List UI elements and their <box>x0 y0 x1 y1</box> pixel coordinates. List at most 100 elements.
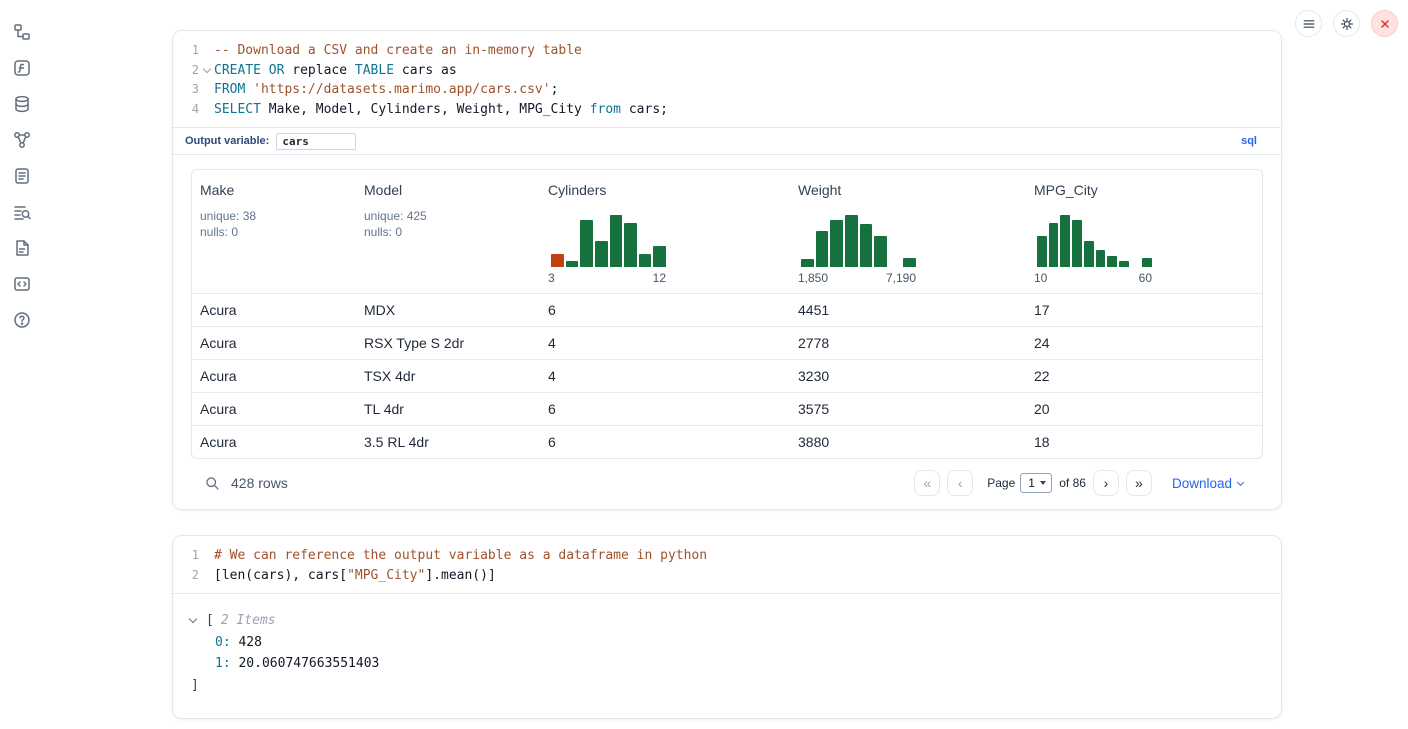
language-badge: sql <box>1241 135 1257 147</box>
search-icon <box>204 475 221 492</box>
line-number: 3 <box>173 80 199 100</box>
help-icon[interactable] <box>12 310 32 330</box>
column-name: Weight <box>798 182 1018 198</box>
fold-slot <box>199 41 214 61</box>
documentation-icon[interactable] <box>12 238 32 258</box>
histogram-bar <box>1142 258 1152 267</box>
sidebar <box>0 0 44 729</box>
code-text: FROM 'https://datasets.marimo.app/cars.c… <box>214 80 558 100</box>
snippets-icon[interactable] <box>12 274 32 294</box>
table-cell: 6 <box>540 302 790 318</box>
histogram-range-labels: 1,8507,190 <box>798 271 916 285</box>
column-header-mpg_city[interactable]: MPG_City 1060 <box>1026 170 1262 293</box>
code-line[interactable]: 1# We can reference the output variable … <box>173 546 1281 566</box>
table-cell: TSX 4dr <box>356 368 540 384</box>
code-line[interactable]: 4SELECT Make, Model, Cylinders, Weight, … <box>173 100 1281 120</box>
histogram-bar <box>653 246 666 267</box>
table-cell: Acura <box>192 401 356 417</box>
menu-button[interactable] <box>1295 10 1322 37</box>
histogram-bar <box>1037 236 1047 267</box>
fold-chevron-icon[interactable] <box>199 61 214 81</box>
code-line[interactable]: 2[len(cars), cars["MPG_City"].mean()] <box>173 566 1281 586</box>
column-header-make[interactable]: Makeunique: 38nulls: 0 <box>192 170 356 293</box>
table-row: AcuraTL 4dr6357520 <box>192 392 1262 425</box>
column-name: Make <box>200 182 348 198</box>
output-variable-input[interactable] <box>276 133 356 150</box>
histogram-bar <box>1060 215 1070 267</box>
table-cell: 4 <box>540 335 790 351</box>
logs-icon[interactable] <box>12 202 32 222</box>
code-line[interactable]: 1-- Download a CSV and create an in-memo… <box>173 41 1281 61</box>
download-button[interactable]: Download <box>1172 476 1243 491</box>
previous-page-button[interactable]: ‹ <box>947 470 973 496</box>
histogram-bar <box>566 261 579 267</box>
histogram-bar <box>580 220 593 267</box>
hamburger-icon <box>1301 16 1317 32</box>
fold-slot <box>199 80 214 100</box>
fold-slot <box>199 566 214 586</box>
table-output: Makeunique: 38nulls: 0 Model unique: 425nu… <box>173 154 1281 509</box>
column-name: Model <box>364 182 532 198</box>
settings-button[interactable] <box>1333 10 1360 37</box>
histogram-bar <box>1084 241 1094 267</box>
column-header-weight[interactable]: Weight 1,8507,190 <box>790 170 1026 293</box>
file-explorer-icon[interactable] <box>12 22 32 42</box>
histogram-range-labels: 312 <box>548 271 666 285</box>
close-button[interactable] <box>1371 10 1398 37</box>
page-select-value: 1 <box>1028 476 1035 490</box>
first-page-button[interactable]: « <box>914 470 940 496</box>
outline-icon[interactable] <box>12 166 32 186</box>
table-row: Acura3.5 RL 4dr6388018 <box>192 425 1262 458</box>
chevron-left-icon: ‹ <box>958 475 963 491</box>
python-output: [ 2 Items 0: 4281: 20.060747663551403 ] <box>173 593 1281 718</box>
dependency-graph-icon[interactable] <box>12 130 32 150</box>
search-button[interactable] <box>201 472 223 494</box>
table-cell: Acura <box>192 335 356 351</box>
tree-item-count: 2 Items <box>221 610 276 632</box>
tree-root-line: [ 2 Items <box>187 610 1263 632</box>
datasources-icon[interactable] <box>12 94 32 114</box>
histogram-bar <box>1049 223 1059 267</box>
table-cell: 17 <box>1026 302 1262 318</box>
notebook-area: 1-- Download a CSV and create an in-memo… <box>172 0 1282 719</box>
download-label: Download <box>1172 476 1232 491</box>
row-count: 428 rows <box>231 475 288 491</box>
column-header-model[interactable]: Model unique: 425nulls: 0 <box>356 170 540 293</box>
histogram-bar <box>624 223 637 267</box>
column-stats: unique: 425nulls: 0 <box>364 208 532 240</box>
topbar <box>1295 10 1398 37</box>
table-cell: 6 <box>540 401 790 417</box>
column-header-cylinders[interactable]: Cylinders312 <box>540 170 790 293</box>
sql-code-editor[interactable]: 1-- Download a CSV and create an in-memo… <box>173 31 1281 127</box>
tree-entry: 1: 20.060747663551403 <box>187 653 1263 675</box>
code-text: CREATE OR replace TABLE cars as <box>214 61 457 81</box>
table-cell: TL 4dr <box>356 401 540 417</box>
code-line[interactable]: 3 FROM 'https://datasets.marimo.app/cars.… <box>173 80 1281 100</box>
scratchpad-icon[interactable] <box>12 58 32 78</box>
page-select[interactable]: 1 <box>1020 473 1052 493</box>
fold-slot <box>199 546 214 566</box>
code-line[interactable]: 2 CREATE OR replace TABLE cars as <box>173 61 1281 81</box>
column-histogram <box>801 215 916 267</box>
histogram-bar <box>1072 220 1082 267</box>
histogram-bar <box>801 259 814 267</box>
histogram-bar <box>1119 261 1129 267</box>
table-cell: 3575 <box>790 401 1026 417</box>
table-cell: 22 <box>1026 368 1262 384</box>
next-page-button[interactable]: › <box>1093 470 1119 496</box>
line-number: 2 <box>173 61 199 81</box>
fold-slot <box>199 100 214 120</box>
table-cell: Acura <box>192 302 356 318</box>
python-code-editor[interactable]: 1# We can reference the output variable … <box>173 536 1281 593</box>
last-page-button[interactable]: » <box>1126 470 1152 496</box>
histogram-range-labels: 1060 <box>1034 271 1152 285</box>
table-cell: MDX <box>356 302 540 318</box>
sql-cell: 1-- Download a CSV and create an in-memo… <box>172 30 1282 510</box>
histogram-bar <box>551 254 564 267</box>
column-name: MPG_City <box>1034 182 1254 198</box>
tree-collapse-icon[interactable] <box>187 619 199 622</box>
table-cell: Acura <box>192 368 356 384</box>
code-text: [len(cars), cars["MPG_City"].mean()] <box>214 566 496 586</box>
double-chevron-left-icon: « <box>923 475 931 491</box>
histogram-bar <box>610 215 623 267</box>
